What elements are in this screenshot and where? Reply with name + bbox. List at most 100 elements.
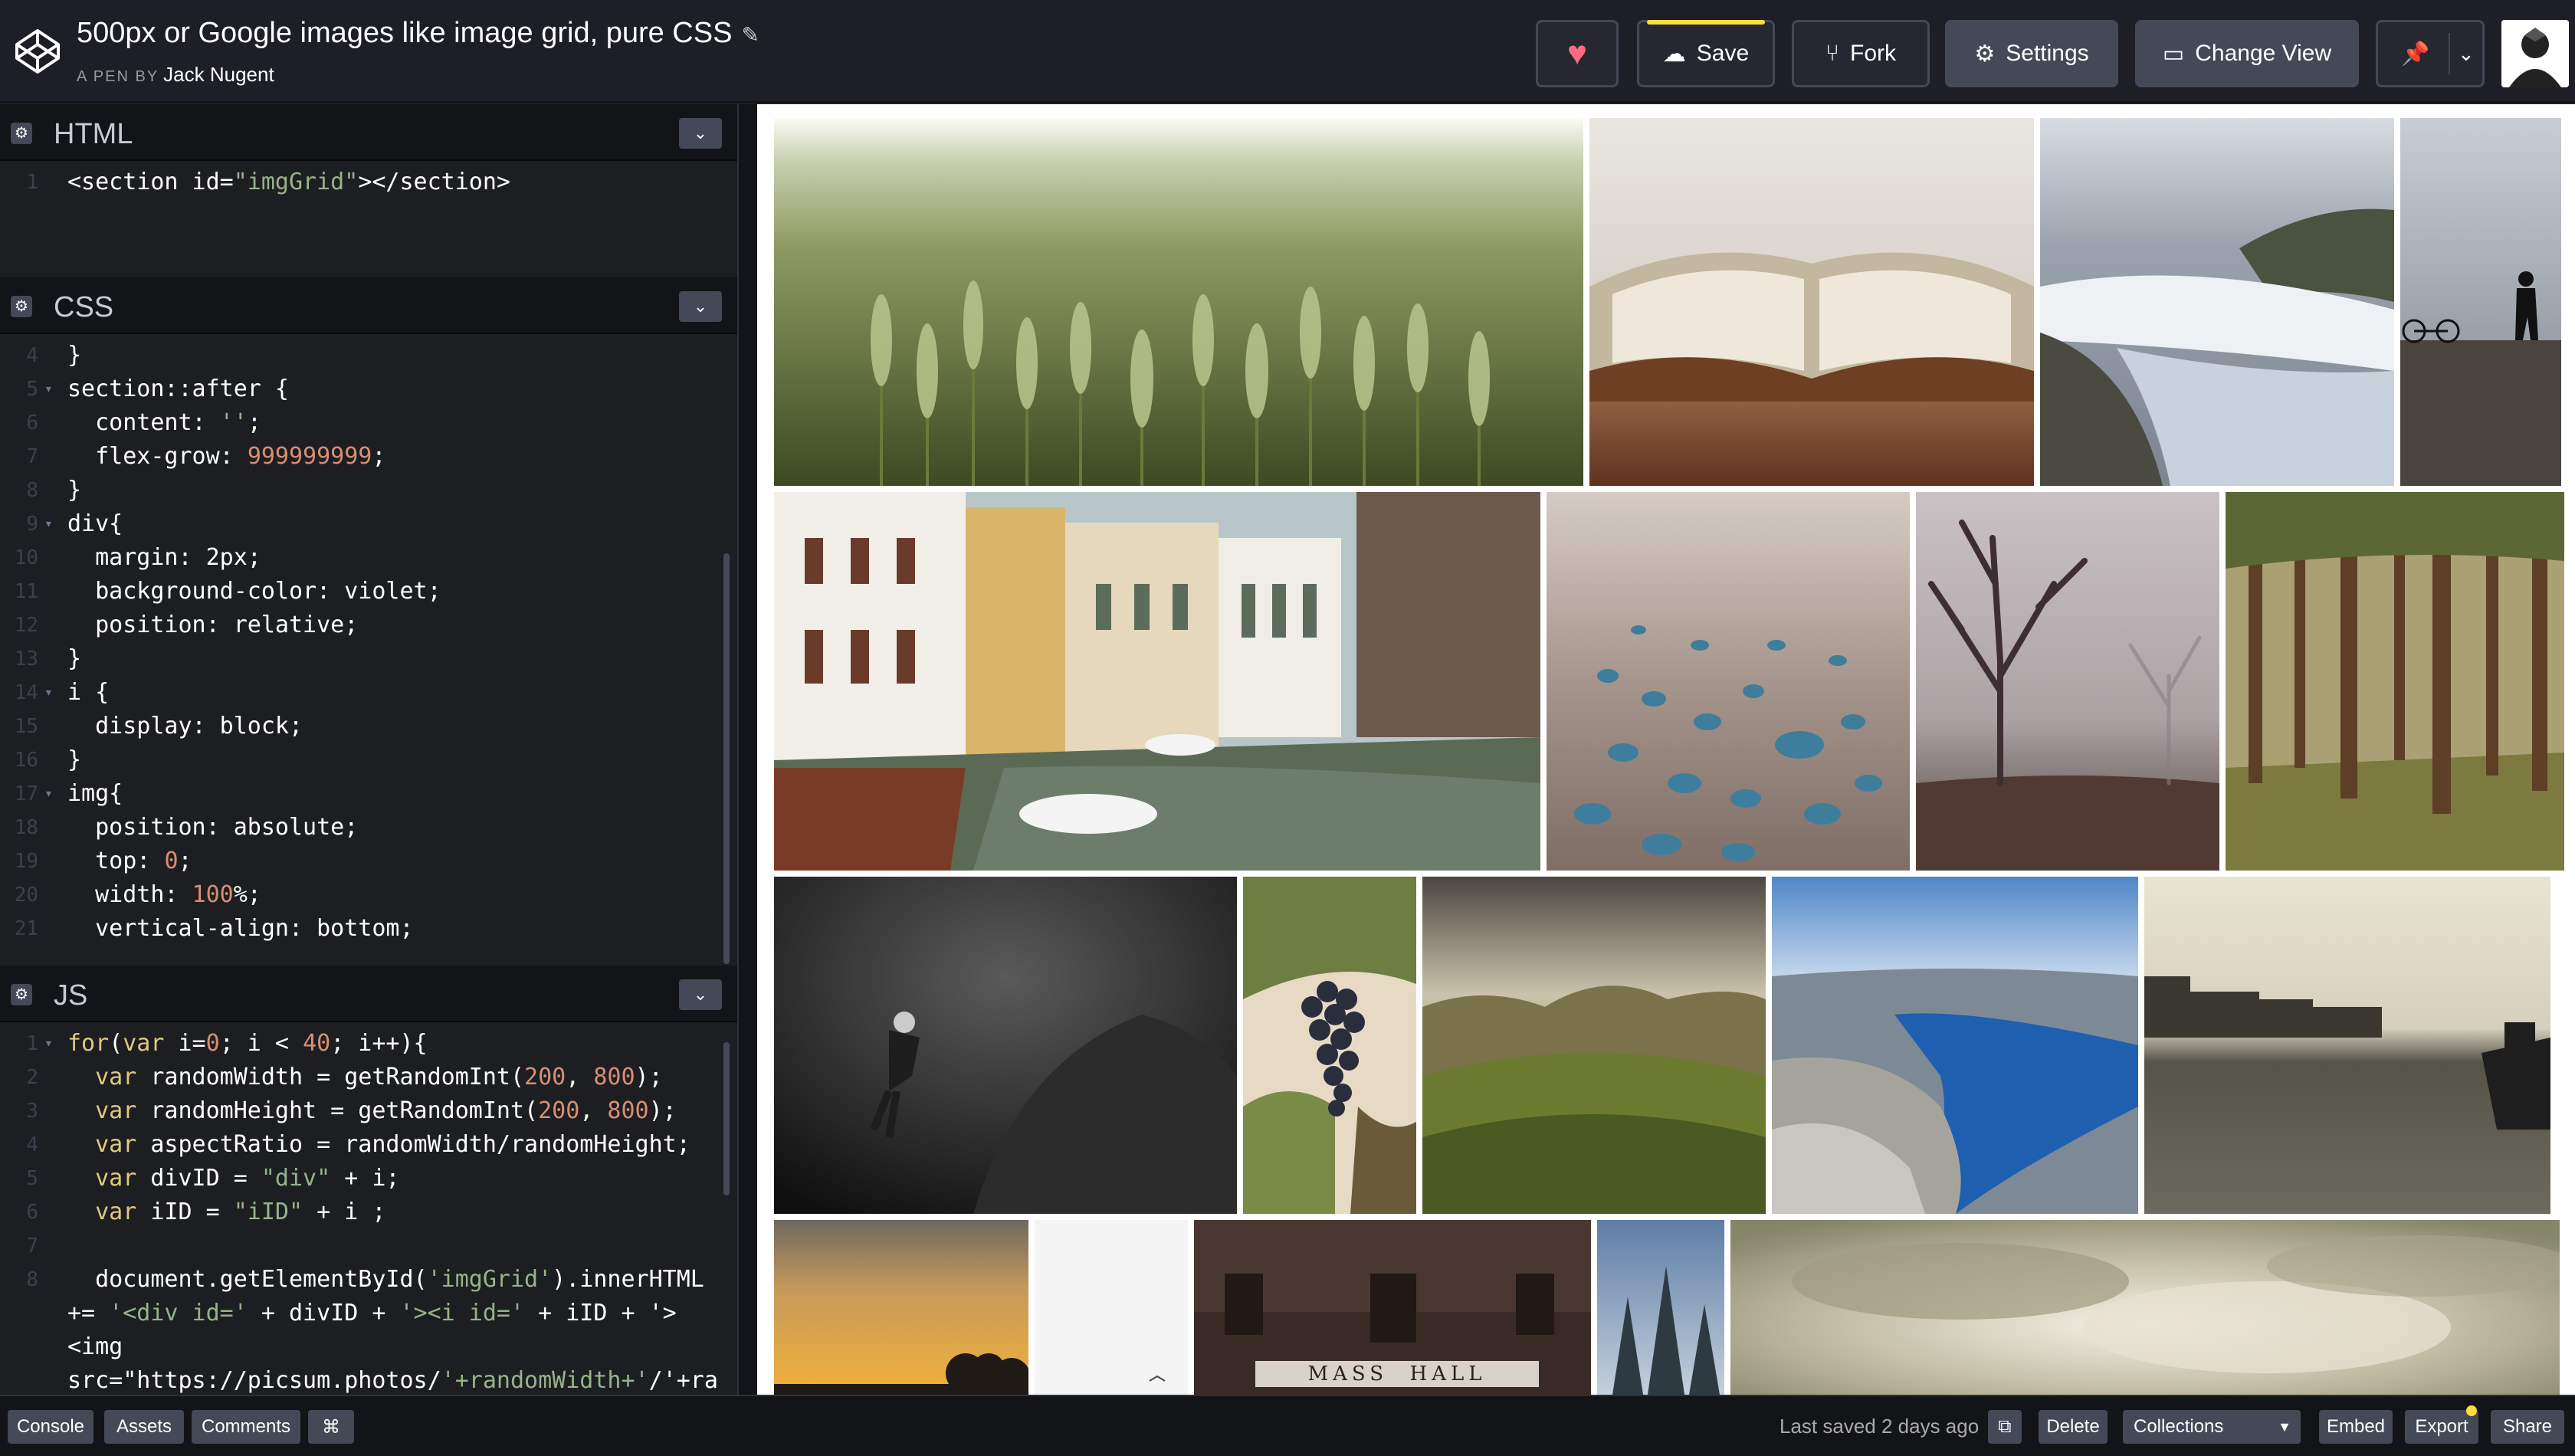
css-code-area[interactable]: 4} 5 ▾ section::after {6 content: ''; 7 flex… (0, 339, 737, 966)
code-line[interactable]: 21 vertical-align: bottom; (0, 912, 737, 946)
author-link[interactable]: Jack Nugent (163, 63, 274, 86)
chevron-down-icon[interactable]: ⌄ (679, 291, 722, 322)
person-silhouette-photo (2400, 118, 2561, 486)
code-line[interactable]: 5 var divID = "div" + i; (0, 1162, 737, 1195)
console-button[interactable]: Console (8, 1410, 93, 1444)
code-text: img{ (67, 780, 123, 807)
user-avatar[interactable] (2501, 20, 2569, 87)
chevron-down-icon[interactable]: ⌄ (2458, 42, 2475, 66)
js-code-area[interactable]: 1 ▾ for(var i=0; i < 40; i++){2 var random… (0, 1027, 737, 1395)
code-line[interactable]: 12 position: relative; (0, 608, 737, 642)
chevron-down-icon[interactable]: ⌄ (679, 118, 722, 149)
code-text: i { (67, 679, 110, 706)
export-button[interactable]: Export (2405, 1405, 2478, 1444)
line-number: 21 (14, 917, 38, 940)
love-button[interactable]: ♥ (1536, 20, 1619, 87)
chevron-down-icon[interactable]: ⌄ (679, 979, 722, 1010)
code-line[interactable]: 18 position: absolute; (0, 811, 737, 844)
chevron-down-icon: ▼ (2278, 1418, 2291, 1435)
pen-title[interactable]: 500px or Google images like image grid, … (77, 17, 759, 50)
fjord-photo (1772, 877, 2138, 1214)
code-line[interactable]: 14 ▾ i { (0, 676, 737, 710)
fork-button[interactable]: ⑂ Fork (1792, 20, 1930, 87)
code-line[interactable]: 4} (0, 339, 737, 372)
pin-icon: 📌 (2401, 41, 2430, 67)
code-line[interactable]: 16} (0, 743, 737, 777)
html-code-area[interactable]: 1 <section id="imgGrid"></section> (0, 166, 737, 277)
code-line[interactable]: 15 display: block; (0, 710, 737, 743)
js-editor-title: JS (54, 979, 88, 1012)
code-line[interactable]: <img (0, 1330, 737, 1364)
code-line[interactable]: 11 background-color: violet; (0, 575, 737, 608)
foggy-tree-photo (1916, 492, 2219, 871)
assets-button[interactable]: Assets (104, 1410, 184, 1444)
code-text: document.getElementById('imgGrid').inner… (67, 1266, 704, 1293)
gear-icon: ⚙ (1974, 41, 1996, 67)
code-line[interactable]: 1 ▾ for(var i=0; i < 40; i++){ (0, 1027, 737, 1061)
code-line[interactable]: src="https://picsum.photos/'+randomWidth… (0, 1364, 737, 1395)
fold-arrow-icon[interactable]: ▾ (44, 372, 53, 406)
code-line[interactable]: 6 content: ''; (0, 406, 737, 440)
code-line[interactable]: 20 width: 100%; (0, 878, 737, 912)
keyboard-shortcuts-button[interactable]: ⌘ (308, 1410, 354, 1444)
save-button[interactable]: ☁ Save (1637, 20, 1775, 87)
code-text: for(var i=0; i < 40; i++){ (67, 1030, 428, 1057)
html-editor-title: HTML (54, 118, 133, 150)
code-line[interactable]: 4 var aspectRatio = randomWidth/randomHe… (0, 1128, 737, 1162)
css-scrollbar[interactable] (723, 553, 730, 964)
resize-gutter[interactable] (737, 104, 757, 1395)
line-number: 4 (26, 1133, 38, 1156)
code-line[interactable]: += '<div id=' + divID + '><i id=' + iID … (0, 1297, 737, 1330)
external-link-button[interactable]: ⧉ (1988, 1410, 2022, 1444)
code-line[interactable]: 7 (0, 1229, 737, 1263)
delete-button[interactable]: Delete (2039, 1410, 2108, 1444)
fold-arrow-icon[interactable]: ▾ (44, 676, 53, 710)
code-line[interactable]: 13} (0, 642, 737, 676)
code-text: div{ (67, 510, 123, 537)
line-number: 4 (26, 344, 38, 367)
collections-dropdown[interactable]: Collections ▼ (2123, 1410, 2301, 1444)
code-line[interactable]: 1 <section id="imgGrid"></section> (0, 166, 737, 199)
line-number: 13 (14, 648, 38, 671)
share-button[interactable]: Share (2491, 1410, 2564, 1444)
js-scrollbar[interactable] (723, 1042, 730, 1195)
embed-button[interactable]: Embed (2319, 1410, 2393, 1444)
code-line[interactable]: 5 ▾ section::after { (0, 372, 737, 406)
code-text: display: block; (67, 713, 303, 739)
line-number: 7 (26, 445, 38, 468)
settings-button[interactable]: ⚙ Settings (1945, 20, 2118, 87)
code-line[interactable]: 9 ▾ div{ (0, 507, 737, 541)
css-editor: ⚙ CSS ⌄ 4} 5 ▾ section::after {6 content: '… (0, 277, 737, 966)
line-number: 5 (26, 1167, 38, 1190)
fold-arrow-icon[interactable]: ▾ (44, 1027, 53, 1061)
line-number: 14 (14, 681, 38, 704)
fold-arrow-icon[interactable]: ▾ (44, 777, 53, 811)
canal-town-photo (774, 492, 1540, 871)
heart-icon: ♥ (1566, 34, 1588, 72)
line-number: 9 (26, 513, 38, 536)
line-number: 7 (26, 1235, 38, 1258)
pin-button[interactable]: 📌 ⌄ (2376, 20, 2485, 87)
codepen-logo-icon[interactable] (12, 26, 63, 77)
code-line[interactable]: 3 var randomHeight = getRandomInt(200, 8… (0, 1094, 737, 1128)
code-line[interactable]: 7 flex-grow: 999999999; (0, 440, 737, 474)
code-line[interactable]: 2 var randomWidth = getRandomInt(200, 80… (0, 1061, 737, 1094)
gear-icon[interactable]: ⚙ (11, 123, 32, 144)
code-line[interactable]: 8} (0, 474, 737, 507)
line-number: 15 (14, 715, 38, 738)
gear-icon[interactable]: ⚙ (11, 984, 32, 1005)
pencil-icon[interactable]: ✎ (741, 23, 759, 47)
code-line[interactable]: 6 var iID = "iID" + i ; (0, 1195, 737, 1229)
code-text: margin: 2px; (67, 544, 261, 571)
code-line[interactable]: 8 document.getElementById('imgGrid').inn… (0, 1263, 737, 1297)
line-number: 3 (26, 1100, 38, 1123)
code-line[interactable]: 19 top: 0; (0, 844, 737, 878)
change-view-button[interactable]: ▭ Change View (2135, 20, 2359, 87)
comments-button[interactable]: Comments (192, 1410, 300, 1444)
code-line[interactable]: 17 ▾ img{ (0, 777, 737, 811)
fold-arrow-icon[interactable]: ▾ (44, 507, 53, 541)
code-text: flex-grow: 999999999; (67, 443, 386, 470)
line-number: 8 (26, 479, 38, 502)
gear-icon[interactable]: ⚙ (11, 296, 32, 317)
code-line[interactable]: 10 margin: 2px; (0, 541, 737, 575)
